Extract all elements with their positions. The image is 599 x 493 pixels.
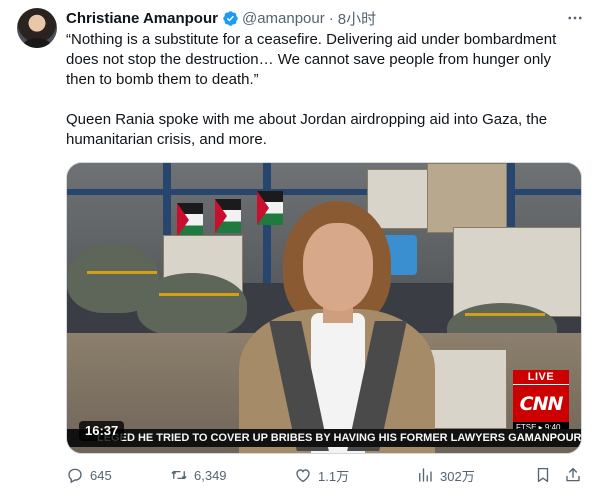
flag xyxy=(215,199,241,233)
bookmark-icon xyxy=(537,467,549,483)
video-duration: 16:37 xyxy=(79,421,125,441)
views-button[interactable]: 302万 xyxy=(416,466,475,485)
reply-icon xyxy=(68,468,82,484)
ticker-text: LEGED HE TRIED TO COVER UP BRIBES BY HAV… xyxy=(97,432,517,444)
repost-icon xyxy=(171,470,187,480)
verified-badge-icon xyxy=(223,10,238,26)
author-name[interactable]: Christiane Amanpour xyxy=(66,10,218,27)
like-icon xyxy=(296,469,310,483)
avatar[interactable] xyxy=(17,8,57,48)
news-ticker: LEGED HE TRIED TO COVER UP BRIBES BY HAV… xyxy=(67,429,581,447)
live-badge: LIVE xyxy=(513,370,569,384)
share-icon xyxy=(566,467,580,482)
cnn-logo: CNN xyxy=(513,384,569,422)
views-icon xyxy=(419,468,432,482)
repost-count: 6,349 xyxy=(194,467,227,483)
separator-dot: · xyxy=(328,9,334,27)
flag xyxy=(177,203,203,237)
timestamp[interactable]: 8小时 xyxy=(338,8,376,29)
views-count: 302万 xyxy=(440,468,475,484)
video-frame xyxy=(67,163,581,453)
video-player[interactable]: LIVE CNN FTSE ▸ 9:40 LEGED HE TRIED TO C… xyxy=(66,162,582,454)
ticker-show-name: AMANPOUR xyxy=(516,432,581,444)
tweet-text: “Nothing is a substitute for a ceasefire… xyxy=(66,30,586,150)
like-count: 1.1万 xyxy=(318,468,350,484)
tweet-description: Queen Rania spoke with me about Jordan a… xyxy=(66,111,548,148)
action-bar: 645 6,349 1.1万 302万 xyxy=(66,464,582,486)
author-handle[interactable]: @amanpour xyxy=(242,10,325,27)
share-button[interactable] xyxy=(564,466,588,484)
bookmark-button[interactable] xyxy=(534,466,558,484)
tweet-header: Christiane Amanpour @amanpour · 8小时 xyxy=(66,8,376,28)
more-icon[interactable] xyxy=(565,8,585,28)
reply-button[interactable]: 645 xyxy=(66,466,112,484)
like-button[interactable]: 1.1万 xyxy=(294,466,349,485)
reply-count: 645 xyxy=(90,467,112,483)
tweet-quote: “Nothing is a substitute for a ceasefire… xyxy=(66,31,557,88)
repost-button[interactable]: 6,349 xyxy=(170,466,227,484)
interviewee xyxy=(239,201,435,453)
